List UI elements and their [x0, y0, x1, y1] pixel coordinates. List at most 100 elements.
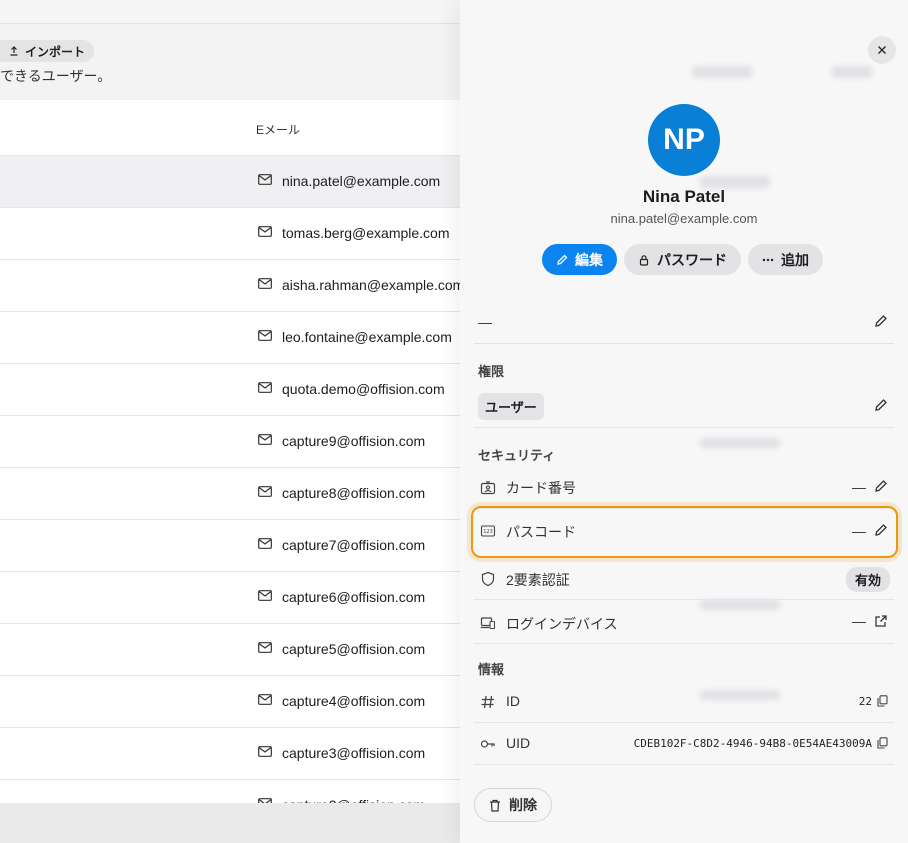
id-value: 22: [858, 695, 872, 708]
two-factor-row[interactable]: 2要素認証 有効: [474, 556, 894, 600]
delete-button[interactable]: 削除: [474, 788, 552, 822]
mail-icon: [258, 538, 272, 549]
table-row[interactable]: capture8@offision.com: [0, 468, 470, 520]
pencil-icon[interactable]: [874, 479, 888, 493]
user-table: Eメール nina.patel@example.com tomas.berg@ex…: [0, 100, 470, 803]
page-subtitle: できるユーザー。: [0, 68, 112, 84]
delete-label: 削除: [509, 797, 537, 813]
pencil-icon: [557, 254, 568, 265]
top-field-value: —: [478, 314, 492, 330]
uid-label: UID: [506, 735, 531, 751]
table-body: nina.patel@example.com tomas.berg@example…: [0, 156, 470, 803]
ellipsis-icon: [762, 258, 774, 261]
pencil-icon[interactable]: [874, 314, 888, 328]
email-cell: leo.fontaine@example.com: [282, 329, 452, 345]
close-icon: [877, 45, 887, 55]
email-cell: capture6@offision.com: [282, 589, 426, 605]
table-header: Eメール: [0, 100, 470, 156]
shield-icon: [481, 571, 495, 587]
card-number-label: カード番号: [506, 480, 576, 496]
mail-icon: [258, 642, 272, 653]
table-row[interactable]: capture6@offision.com: [0, 572, 470, 624]
mail-icon: [258, 278, 272, 289]
mail-icon: [258, 330, 272, 341]
table-row[interactable]: capture9@offision.com: [0, 416, 470, 468]
mail-icon: [258, 746, 272, 757]
card-number-row[interactable]: カード番号 —: [474, 465, 894, 509]
mail-icon: [258, 486, 272, 497]
mail-icon: [258, 174, 272, 185]
email-cell: capture9@offision.com: [282, 433, 426, 449]
email-column-header[interactable]: Eメール: [256, 121, 300, 138]
table-row[interactable]: capture7@offision.com: [0, 520, 470, 572]
id-label: ID: [506, 693, 520, 709]
table-footer: [0, 803, 470, 843]
edit-button[interactable]: 編集: [542, 244, 617, 275]
pencil-icon[interactable]: [874, 398, 888, 412]
table-row[interactable]: capture4@offision.com: [0, 676, 470, 728]
email-cell: capture4@offision.com: [282, 693, 426, 709]
login-devices-label: ログインデバイス: [506, 616, 618, 632]
role-chip[interactable]: ユーザー: [478, 393, 544, 420]
table-row[interactable]: tomas.berg@example.com: [0, 208, 470, 260]
import-label: インポート: [25, 44, 86, 59]
table-row[interactable]: aisha.rahman@example.com: [0, 260, 470, 312]
security-title: セキュリティ: [478, 448, 556, 463]
two-factor-label: 2要素認証: [506, 572, 570, 588]
email-cell: capture7@offision.com: [282, 537, 426, 553]
action-bar: 編集 パスワード 追加: [542, 244, 823, 275]
copy-icon[interactable]: [877, 695, 888, 707]
password-button[interactable]: パスワード: [624, 244, 741, 275]
table-row[interactable]: capture5@offision.com: [0, 624, 470, 676]
table-row[interactable]: leo.fontaine@example.com: [0, 312, 470, 364]
ghost-text: [832, 66, 872, 78]
login-devices-value: —: [852, 613, 866, 629]
top-field-row: —: [474, 300, 894, 344]
email-cell: capture5@offision.com: [282, 641, 426, 657]
key-icon: [480, 740, 495, 748]
card-number-value: —: [852, 479, 866, 495]
upload-icon: [10, 46, 18, 56]
ghost-text: [692, 66, 752, 78]
id-card-icon: [480, 481, 496, 495]
import-button[interactable]: インポート: [0, 40, 95, 62]
ghost-text: [700, 438, 780, 448]
permissions-title: 権限: [478, 364, 505, 379]
table-row[interactable]: capture2@offision.com: [0, 780, 470, 803]
passcode-focus-highlight: [471, 506, 898, 558]
email-cell: quota.demo@offision.com: [282, 381, 445, 397]
email-cell: tomas.berg@example.com: [282, 225, 450, 241]
mail-icon: [258, 226, 272, 237]
user-email: nina.patel@example.com: [610, 211, 758, 226]
user-name: Nina Patel: [642, 187, 726, 206]
hash-icon: [481, 695, 494, 709]
edit-label: 編集: [575, 251, 603, 268]
two-factor-badge[interactable]: 有効: [845, 567, 890, 592]
info-title: 情報: [478, 662, 505, 677]
avatar: NP: [648, 104, 720, 176]
more-button[interactable]: 追加: [748, 244, 823, 275]
email-cell: capture8@offision.com: [282, 485, 426, 501]
email-cell: aisha.rahman@example.com: [282, 277, 465, 293]
login-devices-row[interactable]: ログインデバイス —: [474, 600, 894, 644]
table-row[interactable]: nina.patel@example.com: [0, 156, 470, 208]
trash-icon: [490, 799, 500, 812]
mail-icon: [258, 382, 272, 393]
user-detail-panel: NP Nina Patel nina.patel@example.com 編集 …: [460, 0, 908, 843]
mail-icon: [258, 590, 272, 601]
copy-icon[interactable]: [877, 737, 888, 749]
more-label: 追加: [781, 251, 809, 268]
uid-row: UID CDEB102F-C8D2-4946-94B8-0E54AE43009A: [474, 723, 894, 765]
email-cell: nina.patel@example.com: [282, 173, 441, 189]
table-row[interactable]: quota.demo@offision.com: [0, 364, 470, 416]
close-button[interactable]: [868, 36, 896, 64]
table-row[interactable]: capture3@offision.com: [0, 728, 470, 780]
mail-icon: [258, 434, 272, 445]
password-label: パスワード: [657, 251, 727, 268]
external-link-icon[interactable]: [874, 614, 888, 628]
lock-icon: [639, 254, 649, 266]
email-cell: capture3@offision.com: [282, 745, 426, 761]
devices-icon: [480, 617, 496, 630]
mail-icon: [258, 694, 272, 705]
uid-value: CDEB102F-C8D2-4946-94B8-0E54AE43009A: [633, 737, 872, 750]
